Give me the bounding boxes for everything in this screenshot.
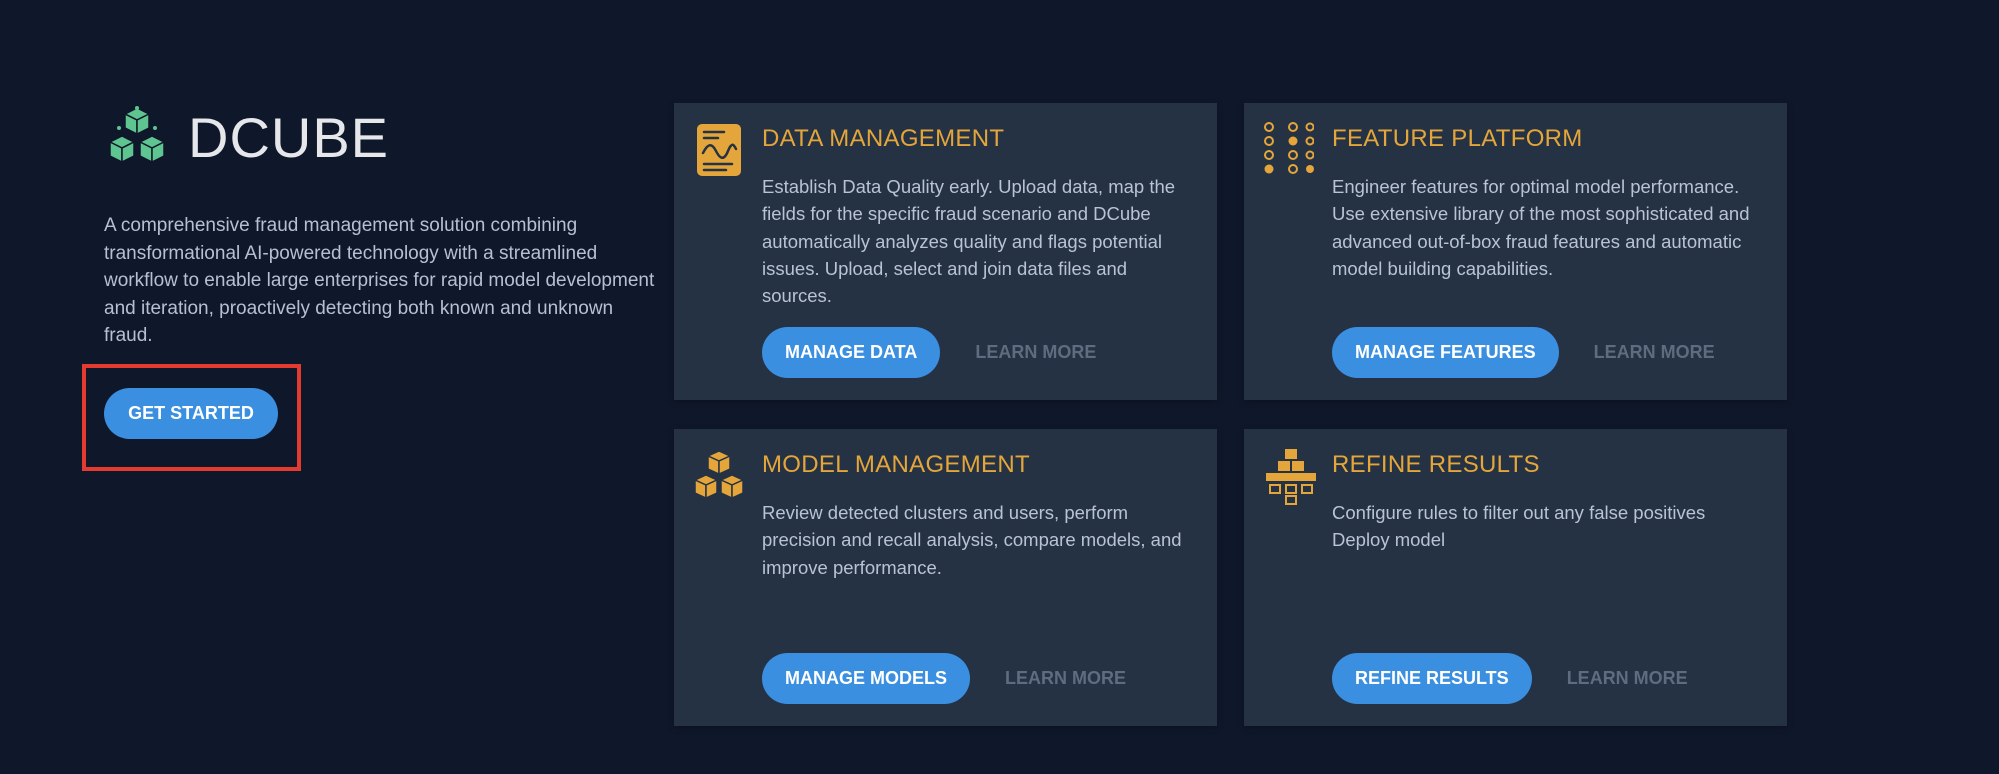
cubes-icon bbox=[694, 450, 744, 499]
refine-results-button[interactable]: REFINE RESULTS bbox=[1332, 653, 1532, 704]
card-title: REFINE RESULTS bbox=[1332, 451, 1540, 478]
brand-name: DCUBE bbox=[188, 106, 390, 169]
dot-grid-icon bbox=[1264, 122, 1314, 174]
card-description: Establish Data Quality early. Upload dat… bbox=[762, 176, 1176, 307]
card-description: Engineer features for optimal model perf… bbox=[1332, 176, 1750, 279]
intro-description: A comprehensive fraud management solutio… bbox=[104, 215, 655, 346]
card-model-management: MODEL MANAGEMENT Review detected cluster… bbox=[674, 429, 1217, 726]
learn-more-link[interactable]: LEARN MORE bbox=[1567, 668, 1688, 689]
learn-more-link[interactable]: LEARN MORE bbox=[1005, 668, 1126, 689]
manage-features-button[interactable]: MANAGE FEATURES bbox=[1332, 327, 1559, 378]
landing-page: DCUBE A comprehensive fraud management s… bbox=[0, 0, 1999, 774]
card-actions: MANAGE FEATURES LEARN MORE bbox=[1332, 327, 1715, 378]
hierarchy-blocks-icon bbox=[1266, 449, 1316, 505]
data-document-icon bbox=[697, 124, 741, 176]
card-description: Configure rules to filter out any false … bbox=[1332, 502, 1706, 551]
card-description: Review detected clusters and users, perf… bbox=[762, 502, 1182, 578]
card-title: DATA MANAGEMENT bbox=[762, 125, 1005, 152]
card-actions: MANAGE MODELS LEARN MORE bbox=[762, 653, 1126, 704]
manage-models-button[interactable]: MANAGE MODELS bbox=[762, 653, 970, 704]
card-refine-results: REFINE RESULTS Configure rules to filter… bbox=[1244, 429, 1787, 726]
get-started-button[interactable]: GET STARTED bbox=[104, 388, 278, 439]
card-title: MODEL MANAGEMENT bbox=[762, 451, 1030, 478]
learn-more-link[interactable]: LEARN MORE bbox=[975, 342, 1096, 363]
card-actions: REFINE RESULTS LEARN MORE bbox=[1332, 653, 1688, 704]
card-data-management: DATA MANAGEMENT Establish Data Quality e… bbox=[674, 103, 1217, 400]
brand-logo: DCUBE bbox=[104, 106, 389, 170]
card-title: FEATURE PLATFORM bbox=[1332, 125, 1583, 152]
learn-more-link[interactable]: LEARN MORE bbox=[1594, 342, 1715, 363]
card-actions: MANAGE DATA LEARN MORE bbox=[762, 327, 1096, 378]
card-feature-platform: FEATURE PLATFORM Engineer features for o… bbox=[1244, 103, 1787, 400]
cubes-logo-icon bbox=[109, 106, 165, 163]
manage-data-button[interactable]: MANAGE DATA bbox=[762, 327, 941, 378]
